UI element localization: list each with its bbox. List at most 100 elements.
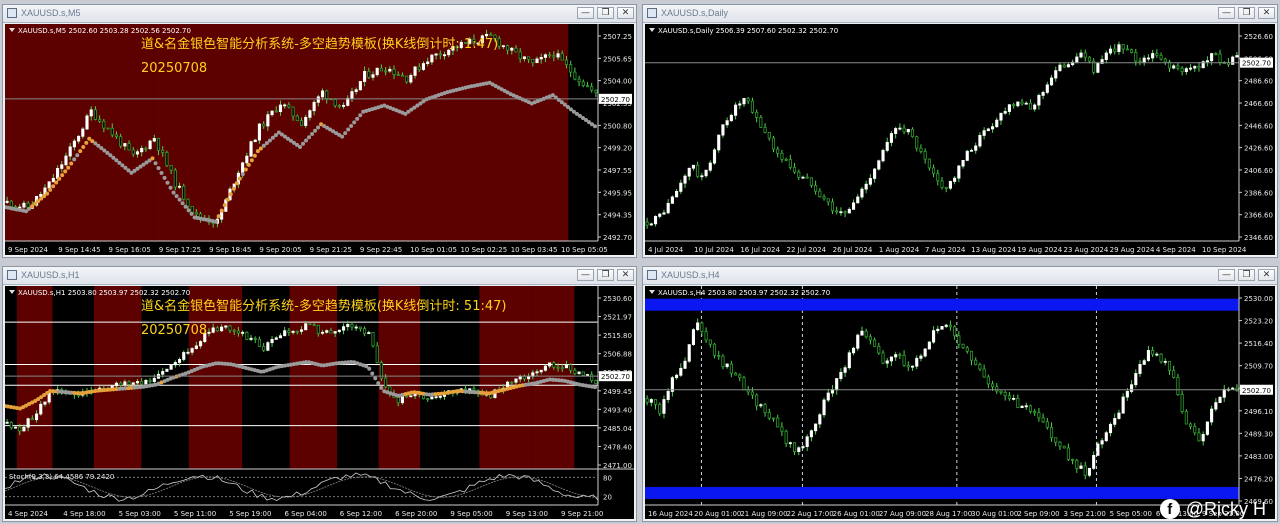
price-chart-area[interactable]: 2530.00 2523.20 2516.40 2509.70 2502.70 2496.… (645, 286, 1275, 519)
candle-body (287, 330, 291, 333)
candle-body (653, 399, 658, 405)
candle-body (438, 395, 442, 398)
candle-body (873, 339, 877, 347)
candle-body (556, 53, 560, 58)
titlebar[interactable]: XAUUSD.s,H1 — ❐ ✕ (3, 267, 636, 285)
candle-body (320, 90, 325, 98)
candle-body (190, 348, 194, 353)
chart-window-daily[interactable]: XAUUSD.s,Daily — ❐ ✕ 2526.602506.602486.… (642, 4, 1278, 258)
candle-body (898, 127, 902, 130)
candle-body (729, 114, 733, 122)
candle-body (514, 378, 518, 383)
candle-body (986, 128, 990, 132)
time-tick-label: 13 Aug 2024 (971, 246, 1016, 254)
candle-body (1193, 65, 1197, 69)
price-tick-label: 2516.40 (1244, 340, 1273, 348)
candle-body (543, 54, 547, 58)
close-button[interactable]: ✕ (1258, 269, 1275, 281)
candle-body (1041, 417, 1045, 423)
candle-body (388, 68, 392, 72)
time-tick-label: 9 Sep 16:05 (109, 246, 151, 254)
moving-average-dot (84, 140, 89, 145)
chart-window-m5[interactable]: XAUUSD.s,M5 — ❐ ✕ 2507.25 2505.65 2504.00 2… (2, 4, 637, 258)
restore-button[interactable]: ❐ (1238, 7, 1255, 19)
candle-body (119, 382, 123, 386)
candle-body (750, 100, 754, 113)
indicator-overlay-title: 道&名金银色智能分析系统-多空趋势模板(换K线倒计时: 1:47) (141, 36, 498, 52)
price-chart-area[interactable]: 2530.60 2521.97 2515.80 2506.88 2502.70 2499.… (5, 286, 634, 519)
chart-window-h4[interactable]: XAUUSD.s,H4 — ❐ ✕ 2530.00 2523.20 2516.40 2… (642, 266, 1278, 522)
candle-body (371, 74, 375, 78)
moving-average-dot (186, 208, 191, 213)
candle-body (375, 345, 379, 363)
time-tick-label: 10 Jul 2024 (694, 246, 734, 254)
titlebar[interactable]: XAUUSD.s,H4 — ❐ ✕ (643, 267, 1277, 285)
moving-average-dot (159, 171, 164, 176)
candle-body (135, 151, 140, 155)
candle-body (581, 81, 585, 86)
candle-body (860, 330, 864, 336)
restore-button[interactable]: ❐ (597, 269, 614, 281)
candle-body (679, 182, 683, 192)
minimize-button[interactable]: — (1218, 269, 1235, 281)
candle-body (18, 206, 22, 209)
titlebar[interactable]: XAUUSD.s,M5 — ❐ ✕ (3, 5, 636, 23)
candle-body (295, 115, 299, 122)
candle-body (56, 168, 60, 179)
moving-average-dot (78, 149, 83, 154)
candle-body (953, 177, 957, 182)
candle-body (932, 167, 936, 174)
close-button[interactable]: ✕ (617, 269, 634, 281)
chart-window-h1[interactable]: XAUUSD.s,H1 — ❐ ✕ 2530.60 2521.97 2515.80 2… (2, 266, 637, 522)
price-tick-label: 2530.60 (603, 295, 632, 303)
candle-body (1214, 53, 1218, 55)
candle-body (585, 374, 590, 376)
candle-body (299, 329, 304, 332)
minimize-button[interactable]: — (1218, 7, 1235, 19)
candle-body (666, 391, 670, 400)
moving-average-dot (316, 125, 321, 130)
moving-average-dot (177, 197, 182, 202)
time-tick-label: 19 Aug 2024 (1017, 246, 1062, 254)
minimize-button[interactable]: — (577, 269, 594, 281)
moving-average-dot (162, 175, 167, 180)
candle-body (127, 143, 131, 151)
candle-body (894, 128, 898, 134)
candle-body (1020, 405, 1024, 409)
candle-body (304, 116, 308, 126)
close-button[interactable]: ✕ (1258, 7, 1275, 19)
price-chart-area[interactable]: 2526.602506.602486.602466.602446.602426.… (645, 24, 1275, 255)
candle-body (725, 363, 729, 368)
candle-body (1079, 52, 1083, 58)
candle-body (1096, 62, 1100, 73)
candle-body (948, 324, 952, 328)
candle-body (337, 105, 341, 107)
moving-average-dot (310, 131, 315, 136)
price-chart-area[interactable]: 2507.25 2505.65 2504.00 2502.35 2500.80 2499.… (5, 24, 634, 255)
price-tick-label: 2446.60 (1244, 122, 1273, 130)
candle-body (278, 104, 283, 112)
candle-body (384, 70, 388, 73)
candle-body (1075, 56, 1079, 63)
current-price-label: 2502.70 (601, 96, 630, 104)
candle-body (489, 33, 493, 36)
close-button[interactable]: ✕ (617, 7, 634, 19)
moving-average-dot (45, 191, 50, 196)
candle-body (106, 127, 110, 130)
indicator-overlay-date: 20250708 (141, 323, 207, 338)
session-shade (153, 24, 569, 241)
restore-button[interactable]: ❐ (597, 7, 614, 19)
candle-body (548, 362, 552, 367)
titlebar[interactable]: XAUUSD.s,Daily — ❐ ✕ (643, 5, 1277, 23)
candle-body (186, 198, 190, 207)
candle-body (363, 71, 367, 82)
candle-body (742, 377, 746, 391)
restore-button[interactable]: ❐ (1238, 269, 1255, 281)
candle-body (573, 71, 577, 80)
minimize-button[interactable]: — (577, 7, 594, 19)
candle-body (1062, 64, 1066, 68)
chart-window-icon (647, 8, 657, 18)
candle-body (1151, 350, 1155, 355)
moving-average-dot (255, 149, 260, 154)
candle-body (1176, 65, 1180, 69)
